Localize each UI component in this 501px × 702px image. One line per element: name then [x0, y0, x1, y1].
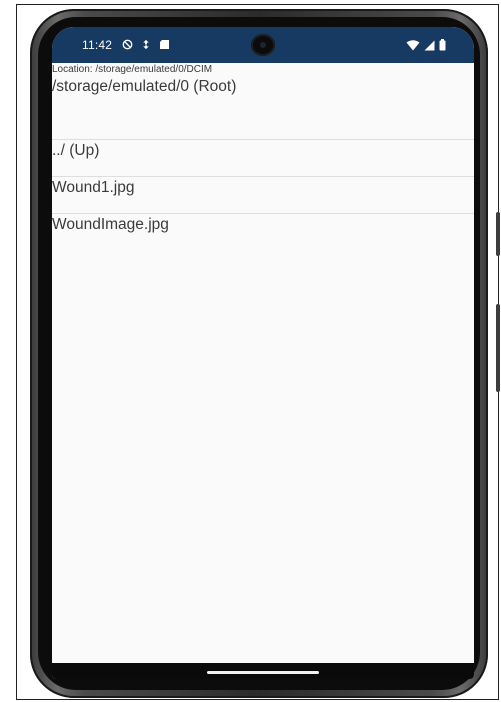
- signal-icon: [424, 38, 435, 56]
- list-item-label: WoundImage.jpg: [52, 216, 169, 233]
- sd-card-icon: [159, 37, 170, 55]
- list-item-label: /storage/emulated/0 (Root): [52, 78, 237, 95]
- list-item-label: Wound1.jpg: [52, 179, 135, 196]
- list-item-file[interactable]: Wound1.jpg: [52, 177, 474, 213]
- navigation-bar: [52, 663, 474, 679]
- status-bar: 11:42: [52, 27, 474, 63]
- wifi-icon: [406, 38, 420, 56]
- battery-icon: [439, 38, 446, 56]
- home-gesture-handle[interactable]: [207, 671, 319, 674]
- volume-button[interactable]: [496, 304, 500, 392]
- data-saver-icon: [141, 37, 151, 55]
- power-button[interactable]: [496, 212, 500, 256]
- list-item-root[interactable]: /storage/emulated/0 (Root): [52, 77, 474, 115]
- front-camera: [251, 34, 275, 56]
- device-screen: 11:42 Location: /storage/emulated/0/DCIM…: [52, 27, 474, 679]
- status-icons-right: [406, 38, 446, 56]
- status-time: 11:42: [82, 38, 113, 52]
- location-label: Location: /storage/emulated/0/DCIM: [52, 64, 213, 75]
- do-not-disturb-icon: [122, 37, 133, 55]
- list-item-label: ../ (Up): [52, 142, 100, 159]
- status-icons-left: [122, 37, 170, 55]
- list-item-file[interactable]: WoundImage.jpg: [52, 214, 474, 250]
- list-item-up[interactable]: ../ (Up): [52, 140, 474, 176]
